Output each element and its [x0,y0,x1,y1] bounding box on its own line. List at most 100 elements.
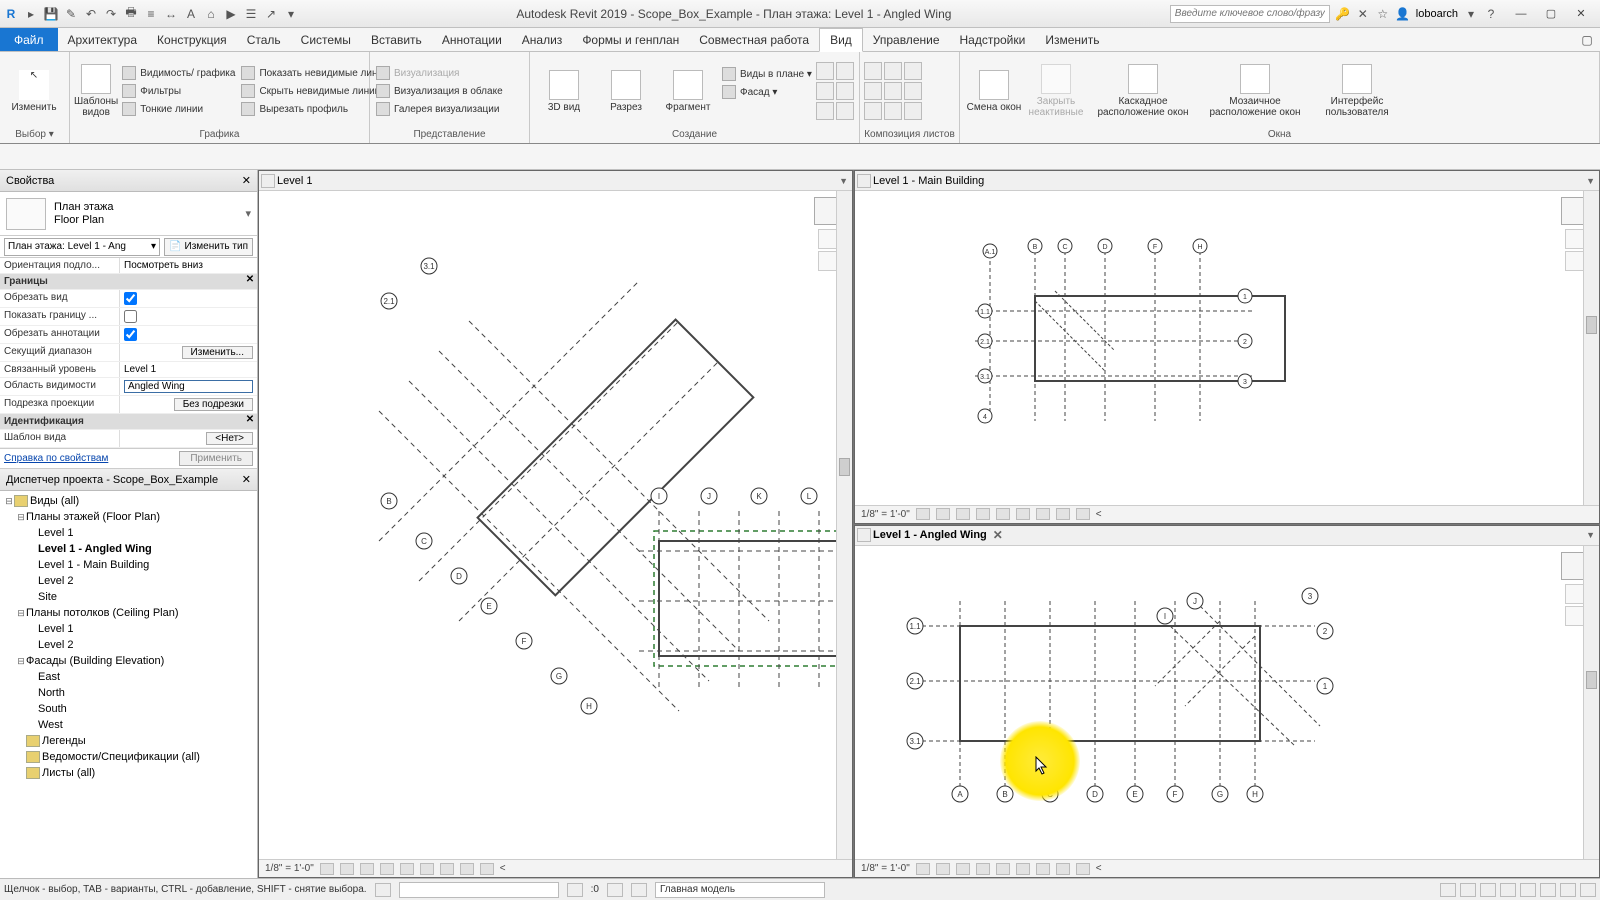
ribbon-item[interactable]: Визуализация в облаке [374,83,505,99]
view-control-bar[interactable]: 1/8" = 1'-0"< [855,859,1599,877]
sheet-icon[interactable] [864,62,882,80]
tree-node[interactable]: Ведомости/Спецификации (all) [0,749,257,765]
prop-value[interactable]: Angled Wing [124,380,253,393]
tree-node[interactable]: Level 2 [0,637,257,653]
scrollbar-vertical[interactable] [1583,546,1599,860]
tree-node[interactable]: ⊟Планы потолков (Ceiling Plan) [0,605,257,621]
tree-node[interactable]: ⊟Виды (all) [0,493,257,509]
status-icon[interactable] [1440,883,1456,897]
status-icon[interactable] [1560,883,1576,897]
view-templates-button[interactable]: Шаблоны видов [74,64,118,118]
status-icon[interactable] [1460,883,1476,897]
save-icon[interactable]: 💾 [44,7,58,21]
prop-checkbox[interactable] [124,292,137,305]
tab-Архитектура[interactable]: Архитектура [58,28,148,51]
user-icon[interactable]: 👤 [1396,7,1410,21]
status-icon[interactable] [1520,883,1536,897]
close-icon[interactable]: ✕ [242,174,251,187]
chevron-down-icon[interactable]: ▼ [1586,530,1595,540]
minimize-button[interactable]: — [1506,4,1536,24]
prop-checkbox[interactable] [124,310,137,323]
close-inactive-button[interactable]: Закрыть неактивные [1026,64,1086,118]
tree-node[interactable]: Level 2 [0,573,257,589]
switch-windows-button[interactable]: Смена окон [964,70,1024,113]
sheet-icon[interactable] [884,82,902,100]
tab-Сталь[interactable]: Сталь [237,28,291,51]
tree-node[interactable]: Level 1 [0,525,257,541]
tab-Формы и генплан[interactable]: Формы и генплан [572,28,689,51]
view-control-bar[interactable]: 1/8" = 1'-0"< [259,859,852,877]
tree-node[interactable]: Level 1 - Main Building [0,557,257,573]
prop-button[interactable]: <Нет> [206,432,253,445]
apply-button[interactable]: Применить [179,451,253,466]
3dview-button[interactable]: 3D вид [534,70,594,113]
sheet-icon[interactable] [904,102,922,120]
tab-Аннотации[interactable]: Аннотации [432,28,512,51]
workset-combo[interactable]: Главная модель [655,882,825,898]
status-icon[interactable] [1540,883,1556,897]
misc-icon[interactable] [836,82,854,100]
play-icon[interactable]: ▶ [224,7,238,21]
view-tab-angled[interactable]: Level 1 - Angled Wing✕▼ [855,526,1599,546]
status-field[interactable] [399,882,559,898]
tree-node[interactable]: Легенды [0,733,257,749]
search-input[interactable] [1170,5,1330,23]
status-icon[interactable] [1500,883,1516,897]
go-icon[interactable]: ↗ [264,7,278,21]
view-tab-level1[interactable]: Level 1▼ [259,171,852,191]
redo-icon[interactable]: ↷ [104,7,118,21]
misc-icon[interactable] [836,102,854,120]
user-name[interactable]: loboarch [1416,8,1458,20]
status-icon[interactable] [607,883,623,897]
ribbon-item[interactable]: Вырезать профиль [239,101,390,117]
tab-Изменить[interactable]: Изменить [1035,28,1109,51]
prop-button[interactable]: Без подрезки [174,398,253,411]
ribbon-item[interactable]: Видимость/ графика [120,65,237,81]
close-icon[interactable]: ✕ [993,528,1003,542]
close-icon[interactable]: ✕ [242,473,251,486]
tile-button[interactable]: Мозаичное расположение окон [1200,64,1310,118]
tab-Совместная работа[interactable]: Совместная работа [689,28,819,51]
tree-node[interactable]: Site [0,589,257,605]
home-icon[interactable]: ⌂ [204,7,218,21]
open-icon[interactable]: ▸ [24,7,38,21]
view-tab-main[interactable]: Level 1 - Main Building▼ [855,171,1599,191]
scrollbar-vertical[interactable] [836,191,852,859]
maximize-button[interactable]: ▢ [1536,4,1566,24]
ribbon-item[interactable]: Фильтры [120,83,237,99]
dropdown-icon[interactable]: ▾ [284,7,298,21]
tab-Вид[interactable]: Вид [819,28,863,52]
tab-Системы[interactable]: Системы [291,28,361,51]
exchange-icon[interactable]: ▾ [1464,7,1478,21]
cascade-button[interactable]: Каскадное расположение окон [1088,64,1198,118]
tab-Вставить[interactable]: Вставить [361,28,432,51]
prop-checkbox[interactable] [124,328,137,341]
view-control-bar[interactable]: 1/8" = 1'-0"< [855,505,1599,523]
tree-node[interactable]: ⊟Фасады (Building Elevation) [0,653,257,669]
chevron-down-icon[interactable]: ▼ [839,176,848,186]
edit-type-button[interactable]: 📄Изменить тип [164,238,253,256]
print-icon[interactable]: 🖶 [124,7,138,21]
keys-icon[interactable]: 🔑 [1336,7,1350,21]
select-combo[interactable]: Выбор ▾ [4,128,65,143]
section-button[interactable]: Разрез [596,70,656,113]
status-icon[interactable] [1480,883,1496,897]
sheet-icon[interactable] [864,82,882,100]
tree-node[interactable]: South [0,701,257,717]
sheet-icon[interactable] [904,62,922,80]
sheet-icon[interactable] [884,102,902,120]
stairs-icon[interactable]: ☰ [244,7,258,21]
tab-Конструкция[interactable]: Конструкция [147,28,237,51]
status-icon[interactable] [631,883,647,897]
text-icon[interactable]: A [184,7,198,21]
misc-icon[interactable] [816,102,834,120]
ribbon-item[interactable]: Галерея визуализации [374,101,505,117]
close-button[interactable]: ✕ [1566,4,1596,24]
comm-icon[interactable]: ✕ [1356,7,1370,21]
filter-icon[interactable] [1580,883,1596,897]
ui-button[interactable]: Интерфейс пользователя [1312,64,1402,118]
status-icon[interactable] [567,883,583,897]
tree-node[interactable]: North [0,685,257,701]
tree-node[interactable]: Level 1 [0,621,257,637]
file-tab[interactable]: Файл [0,28,58,51]
